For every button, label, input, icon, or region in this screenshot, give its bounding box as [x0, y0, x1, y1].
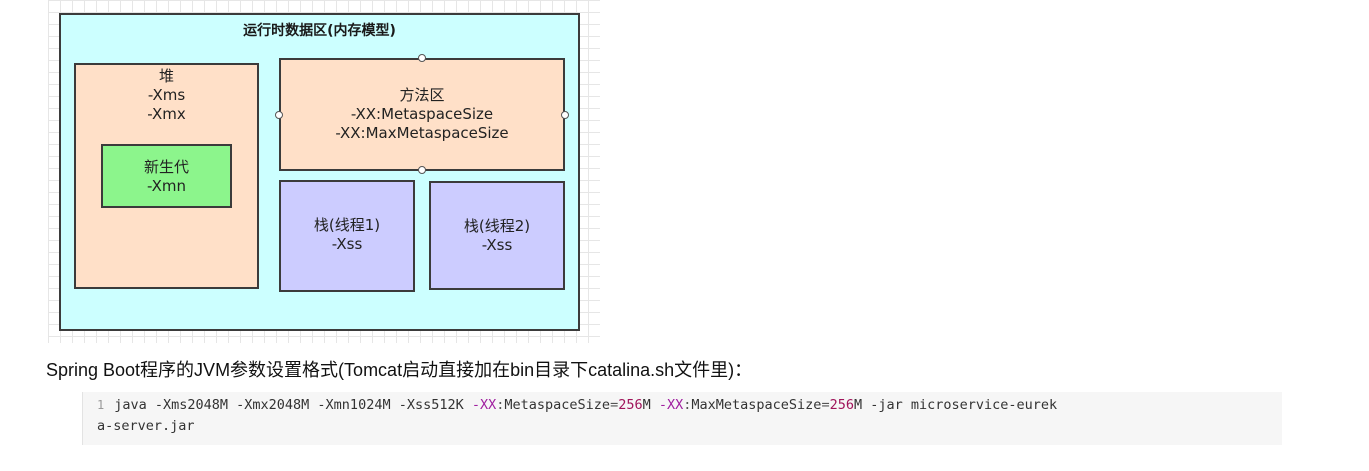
stack-thread2-param-xss: -Xss — [481, 236, 513, 254]
heap-name: 堆 — [158, 67, 174, 85]
young-gen-name: 新生代 — [143, 158, 189, 176]
method-area-name: 方法区 — [399, 86, 445, 104]
method-area-box[interactable]: 方法区 -XX:MetaspaceSize -XX:MaxMetaspaceSi… — [279, 58, 565, 171]
code-keyword: -XX — [471, 397, 497, 413]
resize-handle-bottom[interactable] — [418, 166, 426, 174]
resize-handle-left[interactable] — [275, 111, 283, 119]
stack-thread2-box: 栈(线程2) -Xss — [429, 181, 565, 290]
resize-handle-right[interactable] — [561, 111, 569, 119]
resize-handle-top[interactable] — [418, 54, 426, 62]
code-line-wrap: a-server.jar — [97, 418, 195, 434]
young-gen-param-xmn: -Xmn — [146, 177, 187, 195]
code-text: M — [642, 397, 659, 413]
line-number: 1 — [97, 398, 105, 412]
method-area-param-metaspace: -XX:MetaspaceSize — [350, 105, 494, 123]
code-block: 1 java -Xms2048M -Xmx2048M -Xmn1024M -Xss… — [82, 392, 1282, 445]
stack-thread1-name: 栈(线程1) — [313, 216, 381, 234]
code-text: MetaspaceSize — [504, 397, 611, 413]
stack-thread2-name: 栈(线程2) — [463, 217, 531, 235]
code-number: 256 — [829, 397, 854, 413]
heap-param-xmx: -Xmx — [147, 105, 186, 123]
code-operator: = — [821, 397, 830, 413]
runtime-data-area-title: 运行时数据区(内存模型) — [243, 23, 396, 39]
jvm-params-caption: Spring Boot程序的JVM参数设置格式(Tomcat启动直接加在bin目… — [46, 360, 753, 380]
code-line-1: 1 java -Xms2048M -Xmx2048M -Xmn1024M -Xss… — [97, 395, 1282, 416]
code-keyword: -XX — [658, 397, 684, 413]
heap-param-xms: -Xms — [147, 86, 186, 104]
code-operator: = — [610, 397, 619, 413]
code-text: MaxMetaspaceSize — [691, 397, 822, 413]
code-text: M -jar microservice-eurek — [853, 397, 1058, 413]
stack-thread1-box: 栈(线程1) -Xss — [279, 180, 415, 292]
code-text: java -Xms2048M -Xmx2048M -Xmn1024M -Xss5… — [114, 397, 472, 413]
method-area-param-max-metaspace: -XX:MaxMetaspaceSize — [335, 124, 509, 142]
stack-thread1-param-xss: -Xss — [331, 235, 363, 253]
young-generation-box: 新生代 -Xmn — [101, 144, 232, 208]
code-number: 256 — [618, 397, 643, 413]
